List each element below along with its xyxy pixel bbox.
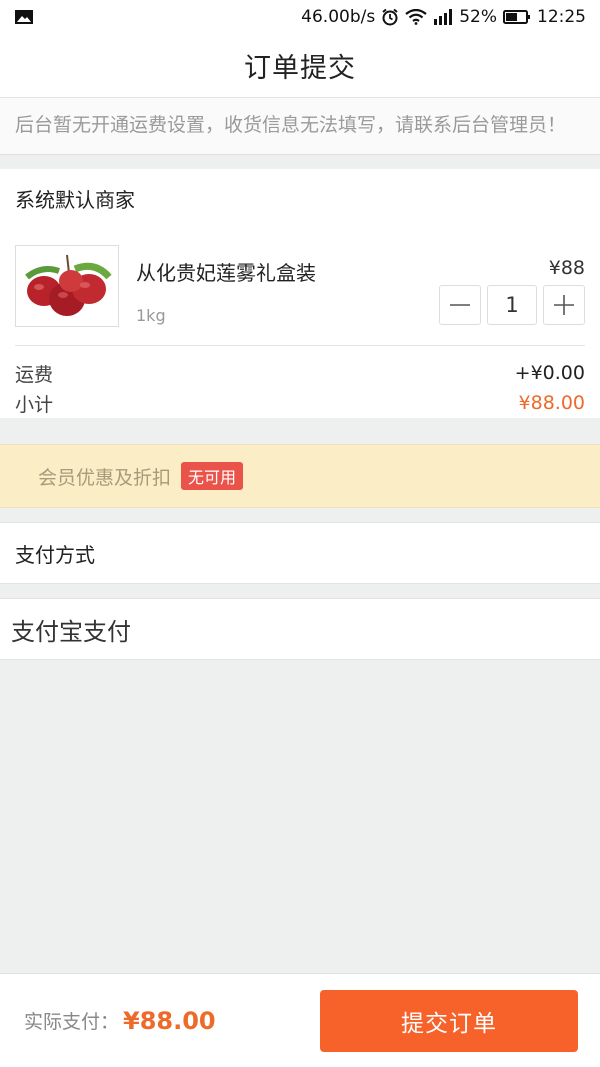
payment-title-text: 支付方式 [15,542,95,567]
payment-method-label: 支付宝支付 [11,617,131,646]
merchant-name: 系统默认商家 [15,188,135,212]
actual-pay-label: 实际支付： [24,1011,120,1033]
plus-icon [554,295,574,315]
actual-pay-amount: ¥88.00 [123,1006,216,1035]
subtotal-label: 小计 [15,393,54,416]
subtotal-row: 小计 ¥88.00 [0,388,600,418]
wifi-icon [405,9,427,25]
alarm-icon [381,8,399,26]
product-thumbnail[interactable] [15,245,119,327]
page-title: 订单提交 [244,53,356,84]
network-speed: 46.00b/s [301,7,376,27]
product-name[interactable]: 从化贵妃莲雾礼盒装 [136,257,585,286]
shipping-label: 运费 [15,363,54,386]
merchant-section: 系统默认商家 从化贵妃莲雾礼盒装 1kg ¥88 1 运费 +¥0.00 小计 … [0,169,600,418]
battery-icon [503,9,531,25]
shipping-notice: 后台暂无开通运费设置，收货信息无法填写，请联系后台管理员！ [0,98,600,155]
submit-order-button[interactable]: 提交订单 [320,989,578,1052]
section-gap [0,508,600,522]
section-gap [0,584,600,598]
wax-apple-image [25,254,112,316]
notice-text: 后台暂无开通运费设置，收货信息无法填写，请联系后台管理员！ [15,114,567,136]
image-icon [14,9,34,25]
member-discount-row[interactable]: 会员优惠及折扣 无可用 [0,444,600,508]
section-gap [0,155,600,169]
divider [15,345,585,346]
battery-percent: 52% [459,7,497,27]
shipping-value: +¥0.00 [514,362,585,384]
payment-section-title: 支付方式 [0,522,600,584]
shipping-row: 运费 +¥0.00 [0,358,600,388]
decrease-button[interactable] [439,285,481,325]
section-gap [0,430,600,444]
subtotal-value: ¥88.00 [518,392,585,414]
product-price: ¥88 [548,257,585,279]
title-bar: 订单提交 [0,34,600,98]
clock: 12:25 [537,7,586,27]
quantity-stepper: 1 [439,285,585,325]
status-badge: 无可用 [181,462,244,490]
minus-icon [450,304,470,306]
checkout-bar: 实际支付： ¥88.00 提交订单 [0,973,600,1067]
member-discount-label: 会员优惠及折扣 [38,466,172,489]
increase-button[interactable] [543,285,585,325]
signal-icon [433,9,453,25]
payment-method-alipay[interactable]: 支付宝支付 [0,598,600,660]
status-bar: 46.00b/s 52% 12:25 [0,0,600,34]
product-item: 从化贵妃莲雾礼盒装 1kg ¥88 1 [0,227,600,345]
quantity-input[interactable]: 1 [487,285,537,325]
